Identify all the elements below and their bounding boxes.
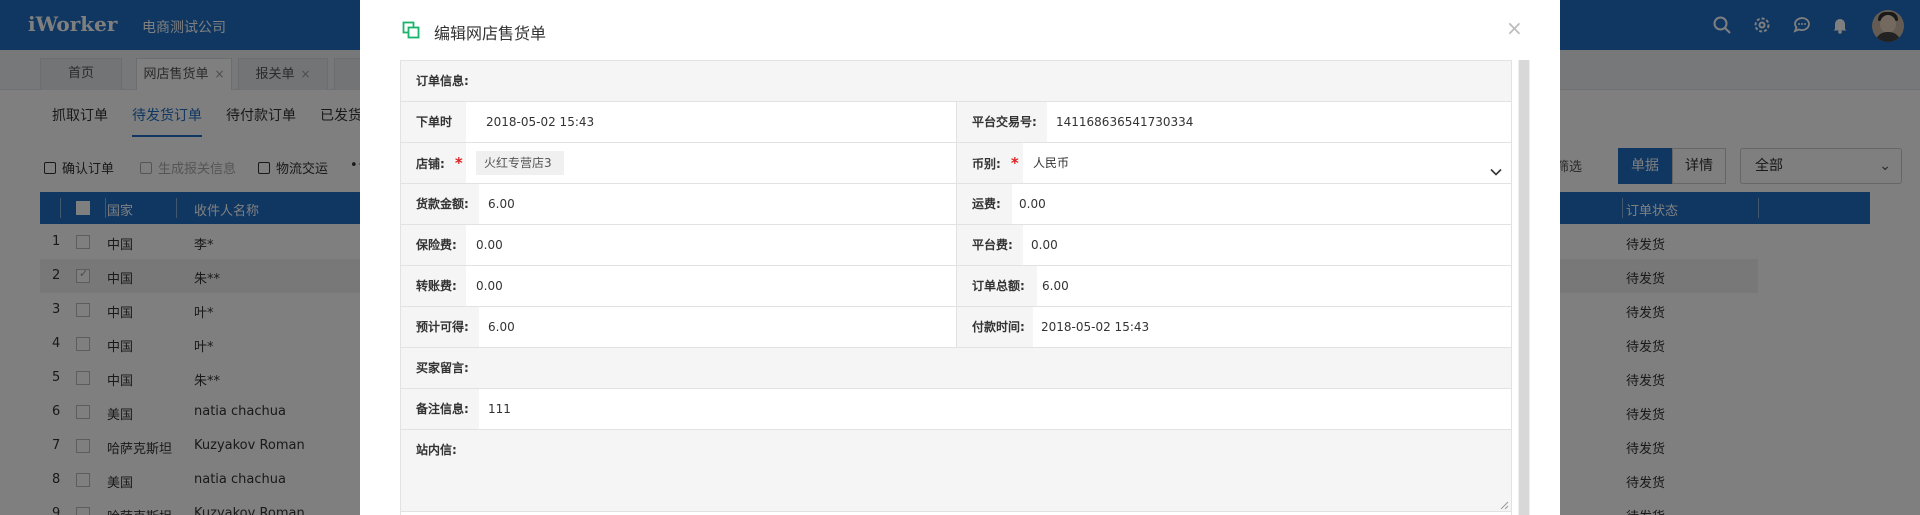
form-row: 站内信:	[401, 430, 1511, 512]
currency-label: 币别: *	[957, 143, 1023, 183]
buyer-message-value[interactable]	[479, 348, 1511, 388]
order-time-label: 下单时间:	[401, 102, 466, 169]
form-row: 买家留言:	[401, 348, 1511, 389]
form-row: 转账费: 0.00 订单总额: 6.00	[401, 266, 1511, 307]
form-row: 预计可得: 6.00 付款时间: 2018-05-02 15:43	[401, 307, 1511, 348]
goods-amount-value[interactable]: 6.00	[488, 184, 515, 224]
required-mark: *	[454, 154, 463, 172]
currency-select[interactable]: 人民币	[1033, 143, 1511, 183]
chevron-down-icon	[1489, 155, 1503, 176]
platform-trade-no-value[interactable]: 141168636541730334	[1056, 102, 1193, 142]
platform-fee-label: 平台费:	[957, 225, 1023, 265]
transfer-fee-value[interactable]: 0.00	[476, 266, 503, 306]
payment-time-value[interactable]: 2018-05-02 15:43	[1041, 307, 1149, 347]
dialog-title: 编辑网店售货单	[434, 24, 547, 43]
expected-income-label: 预计可得:	[401, 307, 479, 347]
section-order-info: 订单信息:	[401, 61, 1511, 102]
order-total-label: 订单总额:	[957, 266, 1037, 306]
order-time-value[interactable]: 2018-05-02 15:43	[486, 102, 594, 142]
form-row: 备注信息: 111	[401, 389, 1511, 430]
order-form: 订单信息: 下单时间: 2018-05-02 15:43 平台交易号: 1411…	[400, 60, 1512, 515]
copy-icon	[402, 21, 420, 39]
remark-label: 备注信息:	[401, 389, 479, 429]
insurance-label: 保险费:	[401, 225, 466, 265]
insurance-value[interactable]: 0.00	[476, 225, 503, 265]
shop-tag[interactable]: 火红专营店3	[476, 151, 564, 175]
transfer-fee-label: 转账费:	[401, 266, 466, 306]
form-row: 下单时间: 2018-05-02 15:43 平台交易号: 1411686365…	[401, 102, 1511, 169]
platform-trade-no-label: 平台交易号:	[957, 102, 1047, 142]
order-total-value[interactable]: 6.00	[1042, 266, 1069, 306]
form-row: 店铺: * 火红专营店3 币别: * 人民币	[401, 143, 1511, 184]
form-row: 货款金额: 6.00 运费: 0.00	[401, 184, 1511, 225]
scrollbar-thumb[interactable]	[1519, 60, 1529, 515]
expected-income-value[interactable]: 6.00	[488, 307, 515, 347]
payment-time-label: 付款时间:	[957, 307, 1033, 347]
freight-value[interactable]: 0.00	[1019, 184, 1046, 224]
edit-order-dialog: 编辑网店售货单 × 订单信息: 下单时间: 2018-05-02 15:43 平…	[360, 0, 1560, 515]
form-row: 保险费: 0.00 平台费: 0.00	[401, 225, 1511, 266]
shop-label: 店铺: *	[401, 143, 466, 183]
buyer-message-label: 买家留言:	[401, 348, 479, 388]
dialog-header: 编辑网店售货单 ×	[360, 0, 1560, 58]
remark-input[interactable]: 111	[488, 389, 511, 429]
platform-fee-value[interactable]: 0.00	[1031, 225, 1058, 265]
required-mark: *	[1010, 154, 1019, 172]
freight-label: 运费:	[957, 184, 1012, 224]
close-icon[interactable]: ×	[1506, 16, 1523, 40]
section-title: 订单信息:	[401, 61, 1511, 101]
site-message-textarea[interactable]	[479, 430, 1511, 511]
resize-handle-icon[interactable]	[1499, 499, 1509, 510]
goods-amount-label: 货款金额:	[401, 184, 479, 224]
